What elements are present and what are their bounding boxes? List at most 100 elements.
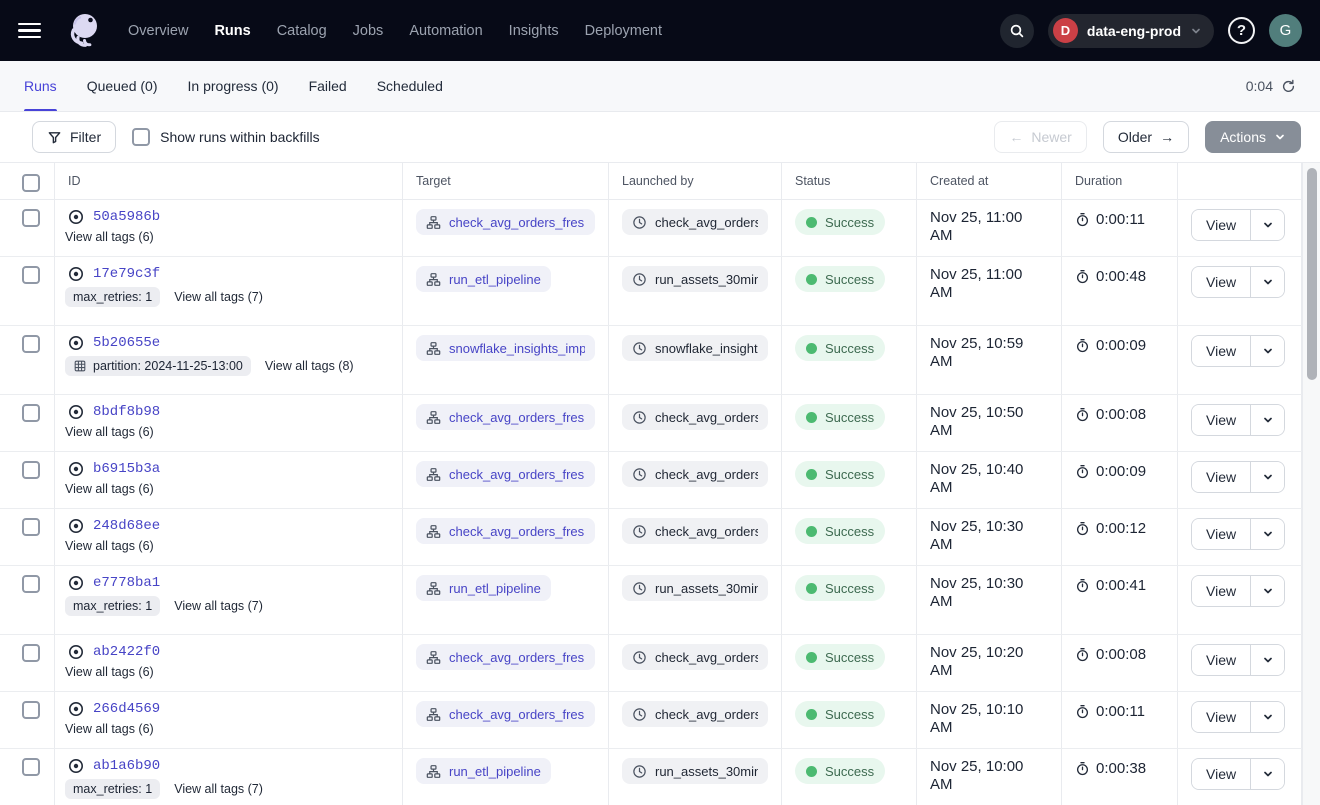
launched-by-pill[interactable]: check_avg_orders_f… [622,701,768,727]
run-id-link[interactable]: 266d4569 [93,701,160,717]
view-button[interactable]: View [1192,267,1251,297]
scrollbar-track[interactable] [1302,163,1320,805]
run-id-link[interactable]: 50a5986b [93,209,160,225]
row-checkbox[interactable] [22,575,40,593]
row-checkbox[interactable] [22,644,40,662]
tab-failed[interactable]: Failed [309,61,347,111]
older-button[interactable]: Older → [1103,121,1189,153]
run-tag[interactable]: max_retries: 1 [65,287,160,307]
run-tag[interactable]: partition: 2024-11-25-13:00 [65,356,251,376]
help-button[interactable]: ? [1228,17,1255,44]
target-pill[interactable]: check_avg_orders_freshne [416,644,595,670]
target-pill[interactable]: run_etl_pipeline [416,266,551,292]
run-id-link[interactable]: ab2422f0 [93,644,160,660]
nav-item-automation[interactable]: Automation [409,23,482,39]
tab-scheduled[interactable]: Scheduled [377,61,443,111]
nav-item-deployment[interactable]: Deployment [585,23,662,39]
view-dropdown-button[interactable] [1251,519,1284,549]
nav-item-jobs[interactable]: Jobs [353,23,384,39]
view-dropdown-button[interactable] [1251,645,1284,675]
run-id-link[interactable]: 248d68ee [93,518,160,534]
view-button[interactable]: View [1192,759,1251,789]
view-button[interactable]: View [1192,576,1251,606]
user-avatar[interactable]: G [1269,14,1302,47]
filter-button[interactable]: Filter [32,121,116,153]
launched-by-pill[interactable]: run_assets_30min [622,575,768,601]
tab-runs[interactable]: Runs [24,61,57,111]
view-all-tags-link[interactable]: View all tags (6) [65,722,154,736]
view-all-tags-link[interactable]: View all tags (6) [65,665,154,679]
view-dropdown-button[interactable] [1251,462,1284,492]
launched-by-pill[interactable]: run_assets_30min [622,758,768,784]
run-tag[interactable]: max_retries: 1 [65,596,160,616]
row-checkbox[interactable] [22,758,40,776]
view-dropdown-button[interactable] [1251,702,1284,732]
launched-by-pill[interactable]: check_avg_orders_f… [622,461,768,487]
show-backfills-label[interactable]: Show runs within backfills [160,129,320,145]
target-pill[interactable]: check_avg_orders_freshne [416,461,595,487]
row-checkbox[interactable] [22,518,40,536]
run-id-link[interactable]: 17e79c3f [93,266,160,282]
target-pill[interactable]: run_etl_pipeline [416,758,551,784]
view-button[interactable]: View [1192,405,1251,435]
view-all-tags-link[interactable]: View all tags (6) [65,539,154,553]
view-dropdown-button[interactable] [1251,405,1284,435]
tab-queued[interactable]: Queued (0) [87,61,158,111]
view-all-tags-link[interactable]: View all tags (6) [65,230,154,244]
launched-by-pill[interactable]: run_assets_30min [622,266,768,292]
run-id-link[interactable]: 5b20655e [93,335,160,351]
target-pill[interactable]: run_etl_pipeline [416,575,551,601]
nav-item-overview[interactable]: Overview [128,23,188,39]
launched-by-pill[interactable]: check_avg_orders_f… [622,404,768,430]
view-button[interactable]: View [1192,645,1251,675]
view-dropdown-button[interactable] [1251,267,1284,297]
row-checkbox[interactable] [22,461,40,479]
refresh-icon[interactable] [1281,79,1296,94]
newer-button[interactable]: ← Newer [994,121,1086,153]
deployment-switcher[interactable]: D data-eng-prod [1048,14,1214,48]
tab-in-progress[interactable]: In progress (0) [188,61,279,111]
actions-button[interactable]: Actions [1205,121,1301,153]
view-dropdown-button[interactable] [1251,210,1284,240]
view-all-tags-link[interactable]: View all tags (7) [174,782,263,796]
search-button[interactable] [1000,14,1034,48]
row-checkbox[interactable] [22,335,40,353]
row-checkbox[interactable] [22,701,40,719]
nav-item-catalog[interactable]: Catalog [277,23,327,39]
view-button[interactable]: View [1192,702,1251,732]
view-all-tags-link[interactable]: View all tags (8) [265,359,354,373]
run-id-link[interactable]: e7778ba1 [93,575,160,591]
dagster-logo-icon[interactable] [64,10,104,52]
nav-item-insights[interactable]: Insights [509,23,559,39]
run-tag[interactable]: max_retries: 1 [65,779,160,799]
target-pill[interactable]: check_avg_orders_freshne [416,701,595,727]
row-checkbox[interactable] [22,266,40,284]
row-checkbox[interactable] [22,209,40,227]
view-dropdown-button[interactable] [1251,336,1284,366]
run-id-link[interactable]: ab1a6b90 [93,758,160,774]
row-checkbox[interactable] [22,404,40,422]
view-button[interactable]: View [1192,519,1251,549]
run-id-link[interactable]: 8bdf8b98 [93,404,160,420]
launched-by-pill[interactable]: check_avg_orders_f… [622,644,768,670]
scrollbar-thumb[interactable] [1307,168,1317,380]
view-button[interactable]: View [1192,210,1251,240]
launched-by-pill[interactable]: snowflake_insights_… [622,335,768,361]
view-all-tags-link[interactable]: View all tags (6) [65,482,154,496]
show-backfills-checkbox[interactable] [132,128,150,146]
launched-by-pill[interactable]: check_avg_orders_f… [622,518,768,544]
nav-item-runs[interactable]: Runs [214,23,250,39]
view-button[interactable]: View [1192,462,1251,492]
target-pill[interactable]: check_avg_orders_freshne [416,404,595,430]
hamburger-menu-icon[interactable] [18,17,46,45]
view-dropdown-button[interactable] [1251,759,1284,789]
launched-by-pill[interactable]: check_avg_orders_f… [622,209,768,235]
view-button[interactable]: View [1192,336,1251,366]
target-pill[interactable]: snowflake_insights_import [416,335,595,361]
target-pill[interactable]: check_avg_orders_freshne [416,209,595,235]
target-pill[interactable]: check_avg_orders_freshne [416,518,595,544]
view-all-tags-link[interactable]: View all tags (6) [65,425,154,439]
view-dropdown-button[interactable] [1251,576,1284,606]
view-all-tags-link[interactable]: View all tags (7) [174,290,263,304]
run-id-link[interactable]: b6915b3a [93,461,160,477]
